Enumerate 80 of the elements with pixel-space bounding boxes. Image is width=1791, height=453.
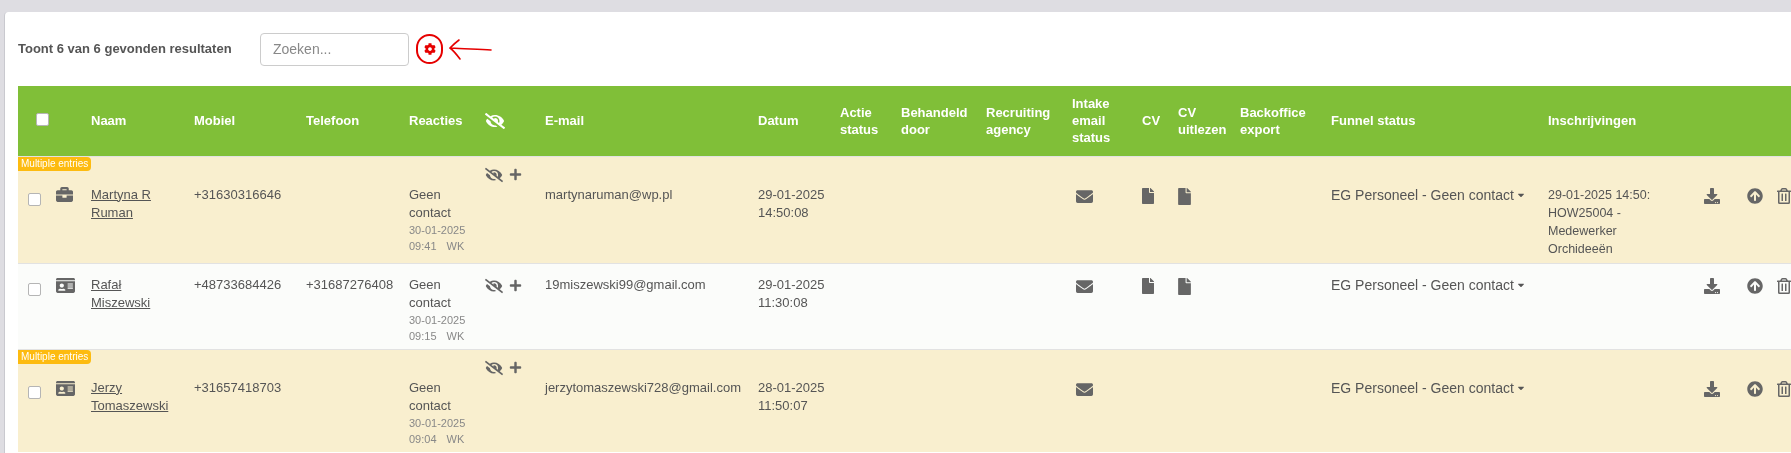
phone-number: +31687276408 [306,276,394,292]
candidate-name-link[interactable]: Martyna R Ruman [91,185,182,222]
column-header[interactable]: Datum [758,112,828,130]
upload-icon[interactable] [1747,277,1763,294]
reaction-status: Geen contact [409,378,452,415]
multiple-entries-badge: Multiple entries [18,156,92,171]
reaction-time: 09:04 [409,431,437,447]
funnel-status-dropdown[interactable]: EG Personeel - Geen contact [1331,185,1526,204]
file-icon[interactable] [1178,187,1191,205]
envelope-icon[interactable] [1076,380,1093,398]
reaction-status: Geen contact [409,185,452,222]
column-header[interactable]: Mobiel [194,112,294,130]
mobile-number: +31657418703 [194,379,282,395]
reaction-initials: WK [446,431,465,447]
download-icon[interactable] [1704,380,1720,397]
envelope-icon[interactable] [1076,187,1093,205]
column-header[interactable]: CV uitlezen [1178,103,1228,138]
hidden-eye-icon [485,110,505,131]
email-address: 19miszewski99@gmail.com [545,276,706,292]
multiple-entries-badge: Multiple entries [18,349,92,364]
arrow-annotation [447,37,493,61]
column-header[interactable]: E-mail [545,112,746,130]
column-header[interactable]: Recruiting agency [986,103,1060,138]
column-header[interactable]: Intake email status [1072,95,1130,147]
download-icon[interactable] [1704,277,1720,294]
reaction-time: 09:41 [409,238,437,254]
delete-icon[interactable] [1777,187,1791,204]
delete-icon[interactable] [1777,277,1791,294]
reaction-initials: WK [446,328,465,344]
add-icon[interactable] [509,168,522,181]
settings-icon[interactable] [423,43,436,55]
checkbox[interactable] [28,385,41,399]
hide-eye-icon[interactable] [485,358,503,377]
column-header[interactable]: Inschrijvingen [1548,112,1692,130]
results-count: Toont 6 van 6 gevonden resultaten [18,40,233,59]
id-card-icon [56,378,75,398]
reaction-status: Geen contact [409,275,452,312]
upload-icon[interactable] [1747,187,1763,204]
reaction-date: 30-01-2025 [409,312,467,328]
date-time: 29-01-2025 11:30:08 [758,276,825,310]
registration-info: 29-01-2025 14:50: HOW25004 - Medewerker Orchideeën [1548,186,1652,258]
email-address: jerzytomaszewski728@gmail.com [545,379,741,395]
column-header[interactable]: Backoffice export [1240,103,1319,138]
reaction-date: 30-01-2025 [409,415,467,431]
column-header[interactable]: Telefoon [306,112,397,130]
file-icon[interactable] [1178,277,1191,295]
search-field[interactable]: Zoeken... [260,32,409,66]
file-icon[interactable] [1142,187,1154,204]
checkbox[interactable] [28,192,41,206]
funnel-status-dropdown[interactable]: EG Personeel - Geen contact [1331,275,1526,294]
reaction-initials: WK [446,238,465,254]
date-time: 28-01-2025 11:50:07 [758,379,825,413]
hide-eye-icon[interactable] [485,276,503,295]
hide-eye-icon[interactable] [485,165,503,184]
email-address: martynaruman@wp.pl [545,186,673,202]
column-header[interactable]: Naam [91,112,182,130]
column-header[interactable]: CV [1142,112,1166,130]
reaction-date: 30-01-2025 [409,222,467,238]
mobile-number: +31630316646 [194,186,282,202]
delete-icon[interactable] [1777,380,1791,397]
column-header[interactable]: Funnel status [1331,112,1536,130]
checkbox[interactable] [28,282,41,296]
checkbox[interactable] [35,112,49,126]
upload-icon[interactable] [1747,380,1763,397]
file-icon[interactable] [1142,277,1154,294]
add-icon[interactable] [509,279,522,292]
candidate-name-link[interactable]: Jerzy Tomaszewski [91,378,182,415]
download-icon[interactable] [1704,187,1720,204]
funnel-status-dropdown[interactable]: EG Personeel - Geen contact [1331,378,1526,397]
reaction-time: 09:15 [409,328,437,344]
candidate-name-link[interactable]: Rafał Miszewski [91,275,182,312]
column-header[interactable]: Reacties [409,112,473,130]
id-card-icon [56,275,75,295]
column-header[interactable]: Actie status [840,103,889,138]
add-icon[interactable] [509,361,522,374]
column-header[interactable]: Behandeld door [901,103,974,138]
date-time: 29-01-2025 14:50:08 [758,186,825,220]
briefcase-icon [56,185,73,203]
mobile-number: +48733684426 [194,276,282,292]
envelope-icon[interactable] [1076,277,1093,295]
